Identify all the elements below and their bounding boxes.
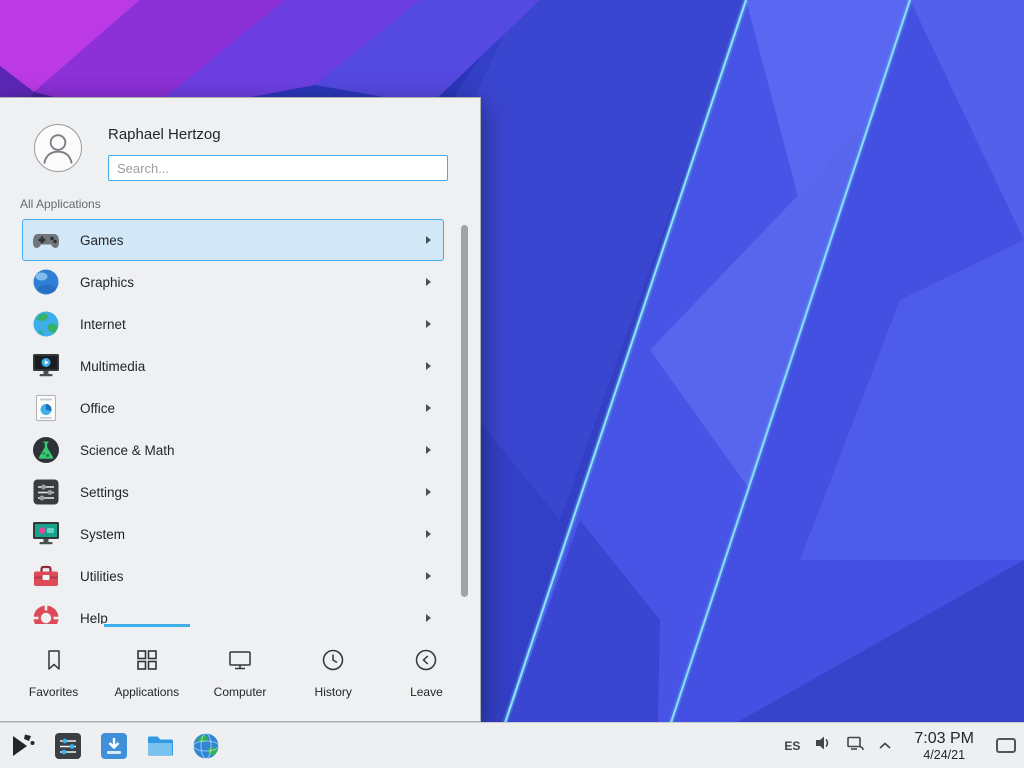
leave-icon [413,647,439,678]
settings-icon [30,476,62,508]
category-games[interactable]: Games [22,219,444,261]
category-settings[interactable]: Settings [22,471,444,513]
favorites-icon [41,647,67,678]
submenu-arrow-icon [426,572,431,580]
network-icon[interactable] [846,734,864,757]
taskbar-panel: ES 7:03 PM 4/24 [0,722,1024,768]
category-utilities[interactable]: Utilities [22,555,444,597]
web-browser-icon [190,730,222,762]
volume-icon[interactable] [814,734,832,757]
application-launcher-button[interactable] [8,731,38,761]
tab-label: History [315,685,352,699]
internet-icon [30,308,62,340]
taskbar-system-settings-button[interactable] [52,730,84,762]
category-help[interactable]: Help [22,597,444,624]
taskbar-discover-button[interactable] [98,730,130,762]
category-label: Internet [80,317,408,332]
category-label: Help [80,611,408,625]
history-icon [320,647,346,678]
category-label: Multimedia [80,359,408,374]
category-label: Science & Math [80,443,408,458]
active-tab-indicator [104,624,190,627]
applications-icon [134,647,160,678]
system-settings-icon [52,730,84,762]
desktop[interactable]: Raphael Hertzog All Applications Games [0,0,1024,768]
category-graphics[interactable]: Graphics [22,261,444,303]
tab-label: Applications [114,685,179,699]
category-multimedia[interactable]: Multimedia [22,345,444,387]
submenu-arrow-icon [426,320,431,328]
office-icon [30,392,62,424]
category-system[interactable]: System [22,513,444,555]
science-icon [30,434,62,466]
category-label: Utilities [80,569,408,584]
submenu-arrow-icon [426,446,431,454]
help-icon [30,602,62,624]
category-office[interactable]: Office [22,387,444,429]
submenu-arrow-icon [426,362,431,370]
submenu-arrow-icon [426,404,431,412]
launcher-tab-bar: Favorites Applications [0,624,480,721]
discover-icon [98,730,130,762]
search-input[interactable] [108,155,448,181]
keyboard-layout-indicator[interactable]: ES [784,739,800,753]
expand-tray-icon[interactable] [878,737,892,755]
category-internet[interactable]: Internet [22,303,444,345]
games-icon [30,224,62,256]
user-name: Raphael Hertzog [108,126,464,143]
category-label: Graphics [80,275,408,290]
taskbar-web-browser-button[interactable] [190,730,222,762]
launcher-header: Raphael Hertzog [0,98,480,181]
user-icon [36,126,80,170]
user-avatar[interactable] [34,124,82,172]
graphics-icon [30,266,62,298]
multimedia-icon [30,350,62,382]
submenu-arrow-icon [426,530,431,538]
tab-history[interactable]: History [287,624,380,721]
tab-leave[interactable]: Leave [380,624,473,721]
category-science-math[interactable]: Science & Math [22,429,444,471]
category-label: System [80,527,408,542]
application-launcher-menu: Raphael Hertzog All Applications Games [0,97,481,722]
section-label: All Applications [0,181,480,219]
submenu-arrow-icon [426,236,431,244]
category-label: Office [80,401,408,416]
utilities-icon [30,560,62,592]
tab-computer[interactable]: Computer [193,624,286,721]
tab-applications[interactable]: Applications [100,624,193,721]
tab-label: Leave [410,685,443,699]
system-tray: ES 7:03 PM 4/24 [784,730,1016,762]
taskbar-launchers [8,730,222,762]
tab-favorites[interactable]: Favorites [7,624,100,721]
submenu-arrow-icon [426,278,431,286]
kde-application-launcher-icon [8,731,38,761]
clock-time: 7:03 PM [914,730,974,748]
file-manager-icon [144,730,176,762]
tab-label: Computer [214,685,267,699]
clock-date: 4/24/21 [914,748,974,762]
list-scrollbar[interactable] [461,225,468,597]
computer-icon [227,647,253,678]
category-list: Games Graphics [0,219,480,624]
digital-clock[interactable]: 7:03 PM 4/24/21 [914,730,974,762]
show-desktop-button[interactable] [996,738,1016,753]
taskbar-file-manager-button[interactable] [144,730,176,762]
tab-label: Favorites [29,685,78,699]
submenu-arrow-icon [426,614,431,622]
category-label: Settings [80,485,408,500]
category-label: Games [80,233,408,248]
submenu-arrow-icon [426,488,431,496]
system-icon [30,518,62,550]
